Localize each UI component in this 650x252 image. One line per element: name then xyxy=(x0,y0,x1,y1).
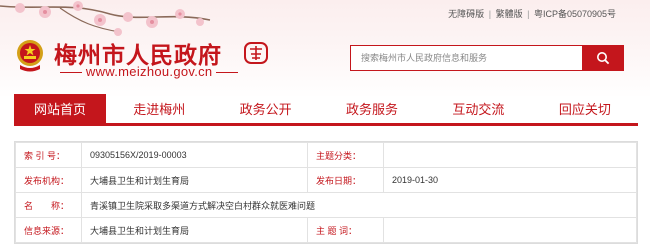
publish-date-label: 发布日期： xyxy=(307,167,384,193)
category-label: 主题分类： xyxy=(307,142,384,168)
source-label: 信息来源： xyxy=(15,217,82,243)
keywords-label: 主 题 词： xyxy=(307,217,384,243)
nav-item-about-meizhou[interactable]: 走进梅州 xyxy=(106,94,212,123)
nav-item-gov-services[interactable]: 政务服务 xyxy=(319,94,425,123)
traditional-chinese-link[interactable]: 繁體版 xyxy=(496,7,523,20)
publisher-value: 大埔县卫生和计划生育局 xyxy=(81,167,308,193)
category-value xyxy=(383,142,637,168)
table-row: 名 称： 青溪镇卫生院采取多渠道方式解决空白村群众就医难问题 xyxy=(15,192,637,218)
icp-record-link[interactable]: 粤ICP备05070905号 xyxy=(534,7,616,20)
site-header: 无障碍版 | 繁體版 | 粤ICP备05070905号 梅州市人民政府 www.… xyxy=(0,0,650,98)
url-line-right xyxy=(216,72,239,74)
table-row: 发布机构： 大埔县卫生和计划生育局 发布日期： 2019-01-30 xyxy=(15,167,637,193)
accessible-version-link[interactable]: 无障碍版 xyxy=(448,7,484,20)
document-info-table: 索 引 号： 09305156X/2019-00003 主题分类： 发布机构： … xyxy=(14,141,638,244)
site-url: www.meizhou.gov.cn xyxy=(60,64,239,79)
publisher-label: 发布机构： xyxy=(15,167,82,193)
search-input[interactable] xyxy=(351,46,581,70)
site-url-text: www.meizhou.gov.cn xyxy=(85,64,213,79)
publish-date-value: 2019-01-30 xyxy=(383,167,637,193)
national-emblem-icon xyxy=(17,40,43,72)
table-row: 信息来源： 大埔县卫生和计划生育局 主 题 词： xyxy=(15,217,637,243)
divider: | xyxy=(488,9,492,19)
nav-item-interaction[interactable]: 互动交流 xyxy=(425,94,531,123)
source-value: 大埔县卫生和计划生育局 xyxy=(81,217,308,243)
nav-item-gov-affairs-disclosure[interactable]: 政务公开 xyxy=(212,94,318,123)
index-number-label: 索 引 号： xyxy=(15,142,82,168)
seal-logo-icon xyxy=(244,42,268,64)
search-box xyxy=(350,45,624,71)
main-nav: 网站首页 走进梅州 政务公开 政务服务 互动交流 回应关切 xyxy=(14,94,638,126)
name-value: 青溪镇卫生院采取多渠道方式解决空白村群众就医难问题 xyxy=(81,192,637,218)
plum-blossom-decoration xyxy=(0,1,211,36)
nav-item-response[interactable]: 回应关切 xyxy=(532,94,638,123)
search-icon xyxy=(597,52,610,65)
keywords-value xyxy=(383,217,637,243)
divider: | xyxy=(527,9,530,19)
search-button[interactable] xyxy=(582,45,624,71)
index-number-value: 09305156X/2019-00003 xyxy=(81,142,308,168)
top-links: 无障碍版 | 繁體版 | 粤ICP备05070905号 xyxy=(448,7,616,20)
nav-item-home[interactable]: 网站首页 xyxy=(14,94,106,123)
name-label: 名 称： xyxy=(15,192,82,218)
url-line-left xyxy=(60,72,82,74)
table-row: 索 引 号： 09305156X/2019-00003 主题分类： xyxy=(15,142,637,168)
